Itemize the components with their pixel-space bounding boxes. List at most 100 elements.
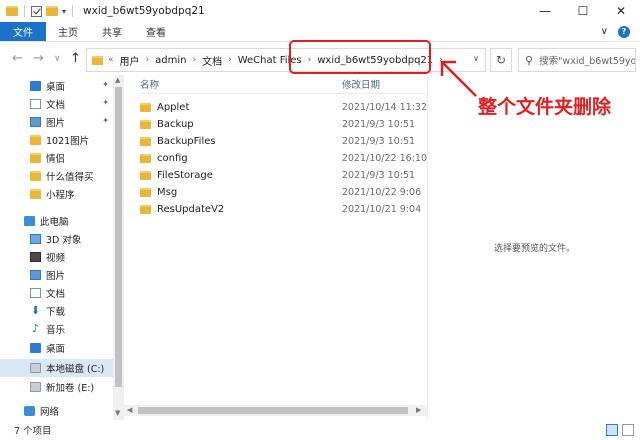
folder-icon bbox=[140, 102, 151, 112]
breadcrumb-users[interactable]: 用户 bbox=[120, 53, 140, 68]
properties-check-icon[interactable] bbox=[31, 5, 42, 17]
file-date: 2021/10/22 16:10 bbox=[341, 152, 427, 164]
details-view-icon[interactable] bbox=[606, 424, 618, 436]
sidebar-item-local-disk-c[interactable]: 本地磁盘 (C:) bbox=[0, 359, 113, 377]
file-name: Msg bbox=[157, 186, 178, 198]
file-date: 2021/10/22 9:06 bbox=[342, 186, 422, 198]
breadcrumb-separator[interactable]: › bbox=[192, 55, 196, 65]
list-item[interactable]: ResUpdateV2 2021/10/21 9:04 bbox=[140, 201, 427, 217]
overflow-chevron-icon[interactable]: « bbox=[108, 55, 114, 65]
large-icons-view-icon[interactable] bbox=[622, 424, 634, 436]
sidebar-item-desktop[interactable]: 桌面 ✦ bbox=[0, 77, 113, 95]
item-count: 7 个项目 bbox=[14, 426, 52, 437]
window-title: wxid_b6wt59yobdpq21 bbox=[83, 5, 205, 17]
tab-home[interactable]: 主页 bbox=[46, 22, 90, 41]
drive-icon bbox=[30, 382, 41, 392]
divider bbox=[72, 5, 74, 17]
close-button[interactable]: ✕ bbox=[602, 0, 640, 22]
up-button[interactable]: ↑ bbox=[70, 51, 81, 66]
scroll-up-icon[interactable]: ▲ bbox=[115, 76, 120, 84]
scrollbar-thumb[interactable] bbox=[138, 407, 408, 414]
window-controls: — ☐ ✕ bbox=[526, 0, 640, 22]
list-item[interactable]: Backup 2021/9/3 10:51 bbox=[140, 116, 427, 132]
help-icon[interactable]: ? bbox=[618, 25, 630, 38]
sidebar-item-network[interactable]: 网络 bbox=[0, 402, 113, 420]
tab-file[interactable]: 文件 bbox=[0, 22, 46, 41]
tab-share[interactable]: 共享 bbox=[90, 22, 134, 41]
sidebar-item-label: 桌面 bbox=[46, 344, 66, 355]
expand-ribbon-chevron-icon[interactable]: ∨ bbox=[601, 26, 608, 37]
refresh-icon: ↻ bbox=[495, 53, 507, 67]
scroll-down-icon[interactable]: ▼ bbox=[115, 409, 120, 417]
file-name: ResUpdateV2 bbox=[157, 203, 225, 215]
divider bbox=[24, 5, 25, 17]
tab-view[interactable]: 查看 bbox=[134, 22, 178, 41]
customize-toolbar-chevron-icon[interactable]: ▾ bbox=[62, 7, 66, 16]
back-button[interactable]: ← bbox=[12, 51, 23, 66]
sidebar-item-3d-objects[interactable]: 3D 对象 bbox=[0, 230, 113, 248]
maximize-button[interactable]: ☐ bbox=[564, 0, 602, 22]
downloads-icon: ⬇ bbox=[30, 304, 41, 317]
divider bbox=[140, 93, 427, 94]
pin-icon[interactable]: ✦ bbox=[102, 116, 109, 125]
new-folder-icon[interactable] bbox=[46, 6, 58, 16]
breadcrumb-separator[interactable]: › bbox=[228, 55, 232, 65]
list-item[interactable]: BackupFiles 2021/9/3 10:51 bbox=[140, 133, 427, 149]
recent-locations-chevron-icon[interactable]: ∨ bbox=[54, 54, 61, 64]
sidebar-item-videos[interactable]: 视频 bbox=[0, 248, 113, 266]
scroll-right-icon[interactable]: ▶ bbox=[416, 406, 421, 414]
folder-icon bbox=[6, 6, 18, 16]
file-date: 2021/9/3 10:51 bbox=[342, 169, 416, 181]
sidebar-item-music[interactable]: ♪ 音乐 bbox=[0, 320, 113, 338]
file-date: 2021/9/3 10:51 bbox=[342, 135, 416, 147]
sidebar-item-downloads[interactable]: ⬇ 下载 bbox=[0, 302, 113, 320]
sidebar-item-pictures-pc[interactable]: 图片 bbox=[0, 266, 113, 284]
sidebar-item-documents[interactable]: 文档 ✦ bbox=[0, 95, 113, 113]
file-date: 2021/9/3 10:51 bbox=[342, 118, 416, 130]
pin-icon[interactable]: ✦ bbox=[102, 80, 109, 89]
list-item[interactable]: Msg 2021/10/22 9:06 bbox=[140, 184, 427, 200]
title-bar: ▾ wxid_b6wt59yobdpq21 — ☐ ✕ bbox=[0, 0, 640, 22]
sidebar-item-label: 1021图片 bbox=[46, 136, 90, 147]
list-item[interactable]: config 2021/10/22 16:10 bbox=[140, 150, 427, 166]
search-input[interactable]: ⚲ 搜索"wxid_b6wt59yobdpq21" bbox=[518, 48, 636, 72]
sidebar-item-documents-pc[interactable]: 文档 bbox=[0, 284, 113, 302]
sidebar-item-label: 文档 bbox=[46, 289, 66, 300]
list-item[interactable]: Applet 2021/10/14 11:32 bbox=[140, 99, 427, 115]
horizontal-scrollbar[interactable]: ◀ ▶ bbox=[124, 405, 427, 416]
sidebar-item-label: 本地磁盘 (C:) bbox=[46, 364, 105, 375]
minimize-button[interactable]: — bbox=[526, 0, 564, 22]
sidebar-item-mini-program[interactable]: 小程序 bbox=[0, 185, 113, 203]
breadcrumb-documents[interactable]: 文档 bbox=[202, 53, 222, 68]
folder-icon bbox=[140, 153, 151, 163]
folder-icon bbox=[30, 189, 41, 199]
sidebar-item-1021-pictures[interactable]: 1021图片 bbox=[0, 131, 113, 149]
network-icon bbox=[24, 406, 35, 416]
folder-icon bbox=[92, 55, 103, 65]
ribbon-right: ∨ ? bbox=[601, 22, 640, 41]
file-date: 2021/10/14 11:32 bbox=[341, 101, 427, 113]
breadcrumb-admin[interactable]: admin bbox=[155, 55, 186, 66]
forward-button[interactable]: → bbox=[33, 51, 44, 66]
search-icon: ⚲ bbox=[525, 53, 534, 67]
sidebar-item-new-volume-e[interactable]: 新加卷 (E:) bbox=[0, 378, 113, 396]
sidebar-item-smzdm[interactable]: 什么值得买 bbox=[0, 167, 113, 185]
pin-icon[interactable]: ✦ bbox=[102, 98, 109, 107]
sidebar-item-this-pc[interactable]: 此电脑 bbox=[0, 212, 113, 230]
sidebar-item-couple[interactable]: 情侣 bbox=[0, 149, 113, 167]
annotation-text: 整个文件夹删除 bbox=[478, 96, 612, 118]
local-disk-icon bbox=[30, 363, 41, 373]
scroll-left-icon[interactable]: ◀ bbox=[127, 406, 132, 414]
sidebar-item-pictures[interactable]: 图片 ✦ bbox=[0, 113, 113, 131]
folder-icon bbox=[140, 187, 151, 197]
column-header-name[interactable]: 名称 bbox=[140, 77, 159, 91]
sidebar-item-desktop-pc[interactable]: 桌面 bbox=[0, 339, 113, 357]
refresh-button[interactable]: ↻ bbox=[490, 48, 512, 72]
list-item[interactable]: FileStorage 2021/9/3 10:51 bbox=[140, 167, 427, 183]
folder-icon bbox=[30, 171, 41, 181]
breadcrumb-separator[interactable]: › bbox=[146, 55, 150, 65]
column-header-modified[interactable]: 修改日期 bbox=[342, 77, 380, 91]
scrollbar-thumb[interactable] bbox=[115, 87, 122, 387]
sidebar-item-label: 图片 bbox=[46, 271, 66, 282]
sidebar-scrollbar[interactable]: ▲ ▼ bbox=[113, 75, 124, 420]
